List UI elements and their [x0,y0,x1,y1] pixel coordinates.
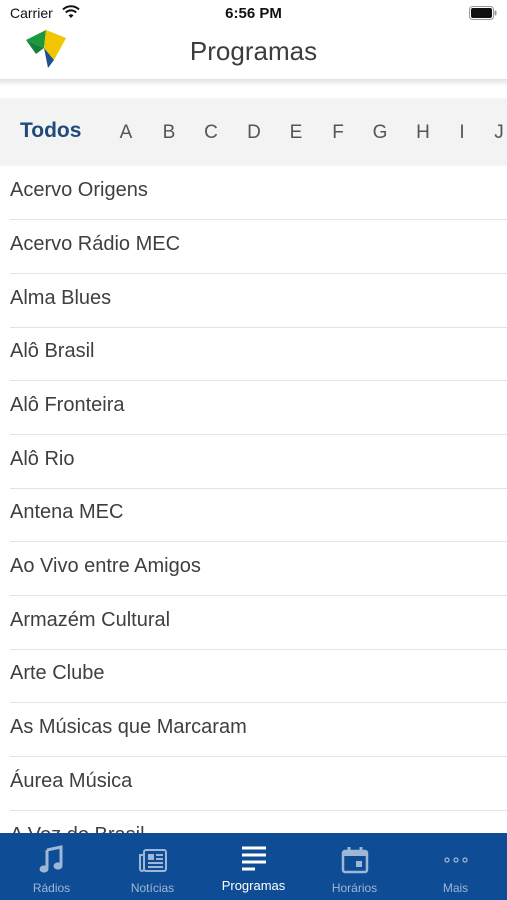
list-item[interactable]: Acervo Origens [0,166,507,220]
battery-icon [469,6,497,20]
more-dots-icon [444,857,468,863]
music-note-icon [39,845,63,873]
program-name: Alô Brasil [10,340,95,362]
tab-noticias[interactable]: Notícias [102,833,203,900]
filter-all-tab[interactable]: Todos [20,119,81,143]
list-item[interactable]: As Músicas que Marcaram [0,703,507,757]
tab-label: Programas [221,878,286,893]
program-name: Ao Vivo entre Amigos [10,555,201,577]
list-item[interactable]: Armazém Cultural [0,596,507,650]
tab-label: Notícias [130,881,175,895]
status-time: 6:56 PM [225,5,282,22]
tab-programas[interactable]: Programas [203,833,304,900]
header-shadow [0,80,507,86]
filter-letter-c[interactable]: C [196,122,226,144]
list-item[interactable]: Arte Clube [0,649,507,703]
newspaper-icon [139,849,167,872]
program-name: Alma Blues [10,287,112,309]
calendar-icon [341,847,369,874]
list-item[interactable]: Acervo Rádio MEC [0,220,507,274]
tab-label: Mais [442,881,469,895]
tab-horarios[interactable]: Horários [304,833,405,900]
program-name: Alô Fronteira [10,394,125,416]
page-title: Programas [189,36,318,66]
filter-letter-b[interactable]: B [154,122,184,144]
list-item[interactable]: Ao Vivo entre Amigos [0,542,507,596]
filter-letter-d[interactable]: D [239,122,269,144]
tab-radios[interactable]: Rádios [1,833,102,900]
filter-letter-j[interactable]: J [484,122,507,144]
list-icon [242,846,266,871]
bottom-tab-bar: Rádios Notícias Programas Horários Mais [0,833,507,900]
list-item[interactable]: Alô Rio [0,435,507,489]
list-item[interactable]: Alô Brasil [0,327,507,381]
list-item[interactable]: Antena MEC [0,488,507,542]
program-name: Alô Rio [10,448,75,470]
alphabet-filter-bar[interactable]: Todos A B C D E F G H I J [0,98,507,166]
program-name: Arte Clube [10,662,105,684]
program-name: Antena MEC [10,501,124,523]
program-name: Acervo Origens [10,179,148,201]
list-item[interactable]: Alô Fronteira [0,381,507,435]
program-name: Acervo Rádio MEC [10,233,181,255]
filter-letter-e[interactable]: E [281,122,311,144]
filter-letter-g[interactable]: G [365,122,395,144]
program-name: Armazém Cultural [10,609,171,631]
filter-letter-f[interactable]: F [323,122,353,144]
tab-label: Horários [331,881,378,895]
program-list[interactable]: Acervo Origens Acervo Rádio MEC Alma Blu… [0,166,507,833]
filter-letter-a[interactable]: A [111,122,141,144]
program-name: As Músicas que Marcaram [10,716,247,738]
list-item[interactable]: Áurea Música [0,757,507,811]
filter-letter-h[interactable]: H [408,122,438,144]
program-name: A Voz do Brasil [10,824,145,833]
program-name: Áurea Música [10,770,133,792]
tab-mais[interactable]: Mais [405,833,506,900]
navigation-bar: Programas [0,22,507,80]
list-item[interactable]: A Voz do Brasil [0,811,507,833]
filter-letter-i[interactable]: I [447,122,477,144]
list-item[interactable]: Alma Blues [0,274,507,328]
tab-label: Rádios [32,881,71,895]
